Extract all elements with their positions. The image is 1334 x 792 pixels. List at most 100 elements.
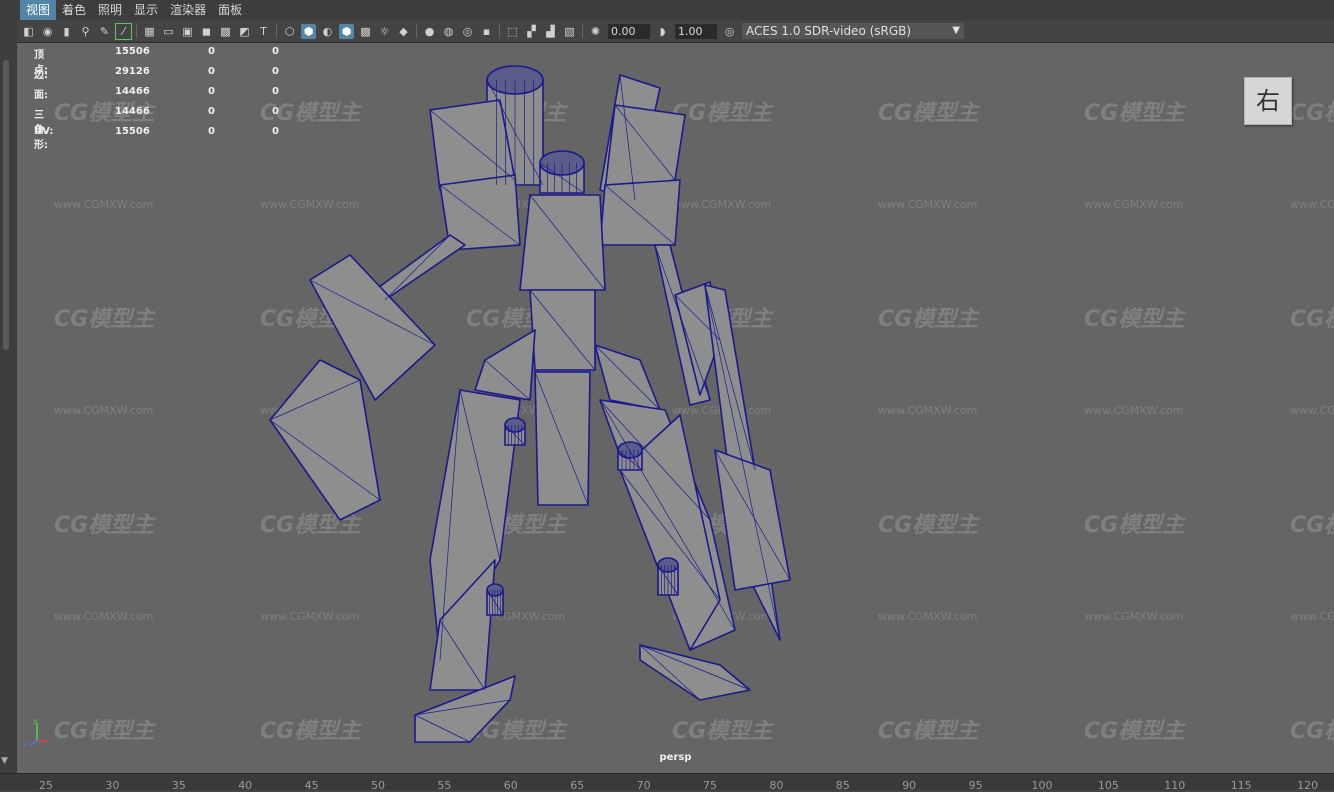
xray-components-icon[interactable]: ▧ [562, 24, 577, 39]
ruler-tick-label: 65 [570, 779, 585, 792]
hud-v3: 0 [272, 46, 279, 57]
field-chart-icon[interactable]: ▩ [218, 24, 233, 39]
gamma-icon[interactable]: ◗ [655, 24, 670, 39]
svg-text:z: z [24, 740, 28, 748]
robot-mesh-wireframe [269, 65, 791, 743]
isolate-select-icon[interactable]: ⬚ [505, 24, 520, 39]
menu-item-0[interactable]: 视图 [20, 0, 57, 20]
grid-icon[interactable]: ▦ [142, 24, 157, 39]
right-foot [639, 644, 751, 701]
bookmark-icon[interactable]: ▮ [59, 24, 74, 39]
toolbar-separator [499, 24, 500, 38]
smooth-shade-icon[interactable]: ⬢ [301, 23, 316, 39]
menu-bar: 视图 着色 照明 显示 渲染器 面板 [0, 0, 1334, 20]
toolbar-separator [136, 24, 137, 38]
hud-v3: 0 [272, 66, 279, 77]
hud-v1: 14466 [115, 106, 150, 117]
menu-item-5[interactable]: 面板 [212, 0, 248, 20]
menu-item-2[interactable]: 照明 [92, 0, 128, 20]
scroll-down-arrow-icon[interactable]: ▼ [1, 756, 11, 766]
ruler-tick-label: 80 [769, 779, 784, 792]
view-cube[interactable]: 右 [1244, 77, 1292, 125]
textured-icon[interactable]: ▩ [358, 24, 373, 39]
2d-pan-zoom-icon[interactable]: ⁄ [115, 22, 132, 40]
hud-v2: 0 [208, 46, 215, 57]
hud-v1: 29126 [115, 66, 150, 77]
ruler-tick-label: 70 [636, 779, 651, 792]
gate-mask-icon[interactable]: ◼ [199, 24, 214, 39]
left-hip [474, 329, 536, 401]
exposure-icon[interactable]: ✺ [588, 24, 603, 39]
image-plane-icon[interactable]: ⚲ [78, 24, 93, 39]
right-gun [714, 449, 791, 591]
ruler-tick-label: 120 [1297, 779, 1319, 792]
film-gate-icon[interactable]: ▭ [161, 24, 176, 39]
hud-v1: 15506 [115, 46, 150, 57]
robot-model [269, 65, 791, 743]
toolbar-separator [582, 24, 583, 38]
wire-edge [384, 234, 451, 301]
3d-viewport[interactable]: CG模型主CG模型主CG模型主CG模型主CG模型主CG模型主CG模型主CG模型主… [17, 43, 1334, 773]
chevron-down-icon: ▼ [952, 25, 960, 36]
ruler-tick-label: 95 [968, 779, 983, 792]
viewport-toolbar: ▬ ◧ ◉ ▮ ⚲ ✎ ⁄ ▦ ▭ ▣ ◼ ▩ ◩ T ⬡ ⬢ ◐ ⬢ ▩ ☼ … [0, 20, 1334, 43]
toolbar-separator [416, 24, 417, 38]
xray-icon[interactable]: ▞ [524, 24, 539, 39]
ruler-tick-label: 60 [503, 779, 518, 792]
left-upper-arm [374, 234, 466, 301]
ruler-tick-label: 30 [105, 779, 120, 792]
wireframe-icon[interactable]: ⬡ [282, 24, 297, 39]
camera-lock-icon[interactable]: ◉ [40, 24, 55, 39]
camera-attributes-icon[interactable]: ◧ [21, 24, 36, 39]
resolution-gate-icon[interactable]: ▣ [180, 24, 195, 39]
ruler-tick-label: 35 [171, 779, 186, 792]
menu-item-1[interactable]: 着色 [56, 0, 92, 20]
menu-item-4[interactable]: 渲染器 [164, 0, 212, 20]
hud-v1: 15506 [115, 126, 150, 137]
ruler-tick-label: 55 [437, 779, 452, 792]
right-shoulder-front [599, 179, 681, 246]
grease-pencil-icon[interactable]: ✎ [97, 24, 112, 39]
hud-label: 面: [34, 90, 48, 101]
hud-v2: 0 [208, 126, 215, 137]
exposure-field[interactable]: 0.00 [608, 23, 650, 39]
left-claw [269, 359, 381, 521]
ruler-tick-label: 90 [902, 779, 917, 792]
hud-label: 边: [34, 70, 48, 81]
hud-v2: 0 [208, 106, 215, 117]
lights-icon[interactable]: ☼ [377, 24, 392, 39]
toolbar-separator [276, 24, 277, 38]
hud-v3: 0 [272, 106, 279, 117]
ruler-tick-label: 45 [304, 779, 319, 792]
left-panel-strip: ▼ [0, 20, 17, 789]
hud-v3: 0 [272, 86, 279, 97]
anti-aliasing-icon[interactable]: ◎ [460, 24, 475, 39]
shadows-icon[interactable]: ◆ [396, 24, 411, 39]
camera-name-label: persp [659, 752, 692, 763]
menu-item-3[interactable]: 显示 [128, 0, 164, 20]
hud-v2: 0 [208, 66, 215, 77]
wireframe-on-shaded-icon[interactable]: ⬢ [339, 23, 354, 39]
color-management-icon[interactable]: ◎ [722, 24, 737, 39]
color-space-dropdown[interactable]: ACES 1.0 SDR-video (sRGB) ▼ [742, 23, 964, 39]
ruler-tick-label: 110 [1164, 779, 1186, 792]
hud-label: UV: [34, 126, 54, 137]
ruler-tick-label: 105 [1097, 779, 1119, 792]
gamma-field[interactable]: 1.00 [675, 23, 717, 39]
default-material-icon[interactable]: ◐ [320, 24, 335, 39]
ruler-tick-label: 75 [703, 779, 717, 792]
time-ruler[interactable]: 25 30 35 40 45 50 55 60 65 70 75 80 85 90 95 100 105 110 1… [0, 773, 1334, 792]
motion-blur-icon[interactable]: ◍ [441, 24, 456, 39]
ruler-tick-label: 85 [835, 779, 850, 792]
safe-title-icon[interactable]: T [256, 24, 271, 39]
hud-v2: 0 [208, 86, 215, 97]
xray-joints-icon[interactable]: ▟ [543, 24, 558, 39]
svg-text:y: y [33, 717, 37, 725]
ruler-tick-label: 25 [39, 779, 53, 792]
vertical-scrollbar[interactable] [3, 60, 9, 350]
safe-action-icon[interactable]: ◩ [237, 24, 252, 39]
depth-of-field-icon[interactable]: ▪ [479, 24, 494, 39]
ruler-tick-label: 115 [1230, 779, 1252, 792]
color-space-value: ACES 1.0 SDR-video (sRGB) [746, 24, 912, 38]
screen-space-ao-icon[interactable]: ● [422, 24, 437, 39]
